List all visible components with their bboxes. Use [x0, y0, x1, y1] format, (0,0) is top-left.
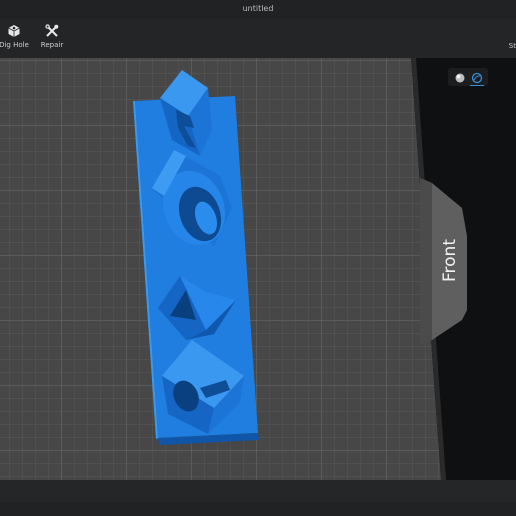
view-cube[interactable]: Front [420, 178, 467, 344]
bottom-panel [0, 480, 516, 516]
dig-hole-button[interactable]: Dig Hole [0, 24, 31, 49]
wireframe-view-icon[interactable] [470, 71, 484, 85]
toolbar: Dig Hole Repair St [0, 18, 516, 59]
truncated-tool-label[interactable]: St [509, 42, 516, 50]
view-mode-toggle[interactable] [448, 68, 488, 86]
status-strip [0, 502, 516, 516]
dig-hole-label: Dig Hole [0, 41, 29, 49]
viewport-canvas[interactable]: Front [0, 58, 516, 480]
shaded-view-icon[interactable] [453, 71, 467, 85]
active-view-indicator [470, 85, 484, 86]
window-title: untitled [242, 4, 274, 13]
repair-label: Repair [40, 41, 64, 49]
dig-hole-icon [8, 25, 20, 37]
repair-icon [45, 24, 59, 37]
3d-viewport[interactable]: Front [0, 58, 516, 480]
view-cube-front-label: Front [440, 239, 460, 282]
title-bar: untitled [0, 0, 516, 18]
repair-button[interactable]: Repair [35, 24, 69, 49]
